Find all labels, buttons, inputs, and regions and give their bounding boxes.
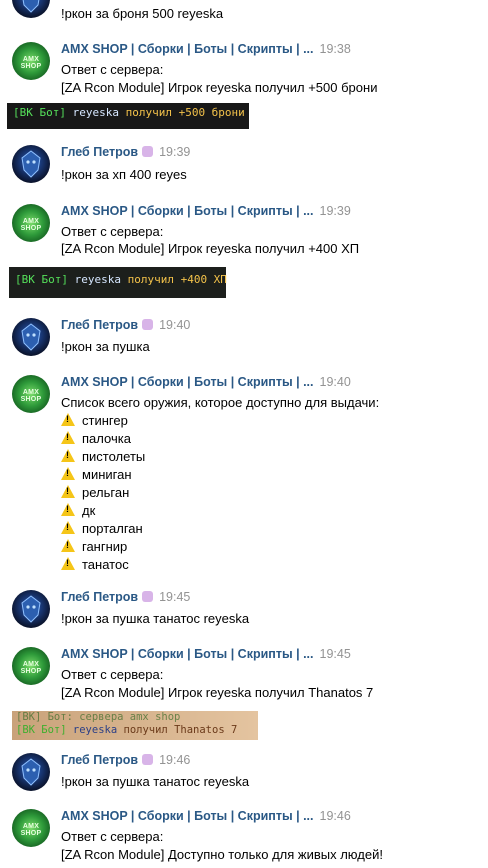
list-item: палочка <box>61 431 131 446</box>
message-text: Ответ с сервера: <box>61 667 164 682</box>
message-time[interactable]: 19:45 <box>159 590 190 604</box>
message-time[interactable]: 19:39 <box>159 145 190 159</box>
message-time[interactable]: 19:40 <box>159 318 190 332</box>
message-text: Список всего оружия, которое доступно дл… <box>61 395 380 410</box>
game-screenshot[interactable]: [ВК] Бот: сервера amx shop [ВК Бот] reye… <box>12 711 258 740</box>
list-item: стингер <box>61 413 128 428</box>
game-screenshot[interactable]: [ВК Бот] reyeska получил +500 брони <box>7 103 249 129</box>
author-name[interactable]: AMX SHOP | Сборки | Боты | Скрипты | ... <box>61 42 314 56</box>
list-item: миниган <box>61 467 132 482</box>
warning-icon <box>61 557 75 570</box>
message-time[interactable]: 19:45 <box>320 647 351 661</box>
message-time[interactable]: 19:46 <box>320 809 351 823</box>
author-name[interactable]: AMX SHOP | Сборки | Боты | Скрипты | ... <box>61 809 314 823</box>
message-text: [ZA Rcon Module] Игрок reyeska получил +… <box>61 80 378 95</box>
warning-icon <box>61 413 75 426</box>
emoji-icon <box>142 754 154 765</box>
message-text: Ответ с сервера: <box>61 224 164 239</box>
warning-icon <box>61 485 75 498</box>
avatar[interactable]: AMX SHOP <box>12 42 50 80</box>
emoji-icon <box>142 146 154 157</box>
avatar[interactable] <box>12 145 50 183</box>
author-name[interactable]: Глеб Петров <box>61 145 138 159</box>
game-nick: reyeska <box>72 724 118 736</box>
message-partial: !ркон за броня 500 reyeska <box>12 0 482 21</box>
emoji-icon <box>142 319 154 330</box>
avatar[interactable]: AMX SHOP <box>12 809 50 847</box>
message-text: !ркон за пушка танатос reyeska <box>61 611 250 626</box>
game-text: получил Thanatos 7 <box>123 724 238 736</box>
amx-avatar-text: AMX SHOP <box>20 389 42 403</box>
message-text: !ркон за пушка <box>61 339 150 354</box>
warrior-icon <box>21 323 41 351</box>
list-item: порталган <box>61 521 143 536</box>
warning-icon <box>61 431 75 444</box>
message-text: Ответ с сервера: <box>61 829 164 844</box>
list-item: танатос <box>61 557 129 572</box>
avatar[interactable]: AMX SHOP <box>12 647 50 685</box>
game-text: получил +500 брони <box>125 106 245 119</box>
warning-icon <box>61 467 75 480</box>
game-bot-tag: [ВК Бот] <box>13 106 66 119</box>
author-name[interactable]: Глеб Петров <box>61 318 138 332</box>
message-text: Ответ с сервера: <box>61 62 164 77</box>
message-text: !ркон за хп 400 reyes <box>61 167 187 182</box>
amx-avatar-text: AMX SHOP <box>20 661 42 675</box>
warrior-icon <box>21 150 41 178</box>
warrior-icon <box>21 758 41 786</box>
message-time[interactable]: 19:40 <box>320 375 351 389</box>
message-text: [ZA Rcon Module] Игрок reyeska получил +… <box>61 241 360 256</box>
game-text: получил +400 ХП <box>127 273 227 286</box>
avatar[interactable]: AMX SHOP <box>12 204 50 242</box>
game-screenshot[interactable]: [ВК Бот] reyeska получил +400 ХП <box>9 267 227 298</box>
message-text: !ркон за пушка танатос reyeska <box>61 774 250 789</box>
warning-icon <box>61 539 75 552</box>
message-time[interactable]: 19:38 <box>320 42 351 56</box>
avatar[interactable]: AMX SHOP <box>12 375 50 413</box>
list-item: гангнир <box>61 539 127 554</box>
message-time[interactable]: 19:39 <box>320 204 351 218</box>
amx-avatar-text: AMX SHOP <box>20 823 42 837</box>
game-top-line: [ВК] Бот: сервера amx shop <box>16 711 181 723</box>
warning-icon <box>61 503 75 516</box>
author-name[interactable]: AMX SHOP | Сборки | Боты | Скрипты | ... <box>61 647 314 661</box>
amx-avatar-text: AMX SHOP <box>20 218 42 232</box>
message-text: !ркон за броня 500 reyeska <box>61 6 224 21</box>
warrior-icon <box>22 0 40 13</box>
warning-icon <box>61 449 75 462</box>
avatar[interactable] <box>12 318 50 356</box>
author-name[interactable]: AMX SHOP | Сборки | Боты | Скрипты | ... <box>61 375 314 389</box>
message-text: [ZA Rcon Module] Игрок reyeska получил T… <box>61 685 374 700</box>
list-item: рельган <box>61 485 129 500</box>
emoji-icon <box>142 591 154 602</box>
amx-avatar-text: AMX SHOP <box>20 56 42 70</box>
avatar[interactable] <box>12 753 50 791</box>
message-time[interactable]: 19:46 <box>159 753 190 767</box>
game-nick: reyeska <box>74 273 121 286</box>
list-item: пистолеты <box>61 449 145 464</box>
avatar[interactable] <box>12 0 50 18</box>
game-bot-tag: [ВК Бот] <box>16 724 67 736</box>
author-name[interactable]: AMX SHOP | Сборки | Боты | Скрипты | ... <box>61 204 314 218</box>
game-nick: reyeska <box>72 106 119 119</box>
author-name[interactable]: Глеб Петров <box>61 753 138 767</box>
game-bot-tag: [ВК Бот] <box>15 273 68 286</box>
avatar[interactable] <box>12 590 50 628</box>
message-text: [ZA Rcon Module] Доступно только для жив… <box>61 847 383 862</box>
list-item: дк <box>61 503 95 518</box>
warning-icon <box>61 521 75 534</box>
author-name[interactable]: Глеб Петров <box>61 590 138 604</box>
warrior-icon <box>21 595 41 623</box>
